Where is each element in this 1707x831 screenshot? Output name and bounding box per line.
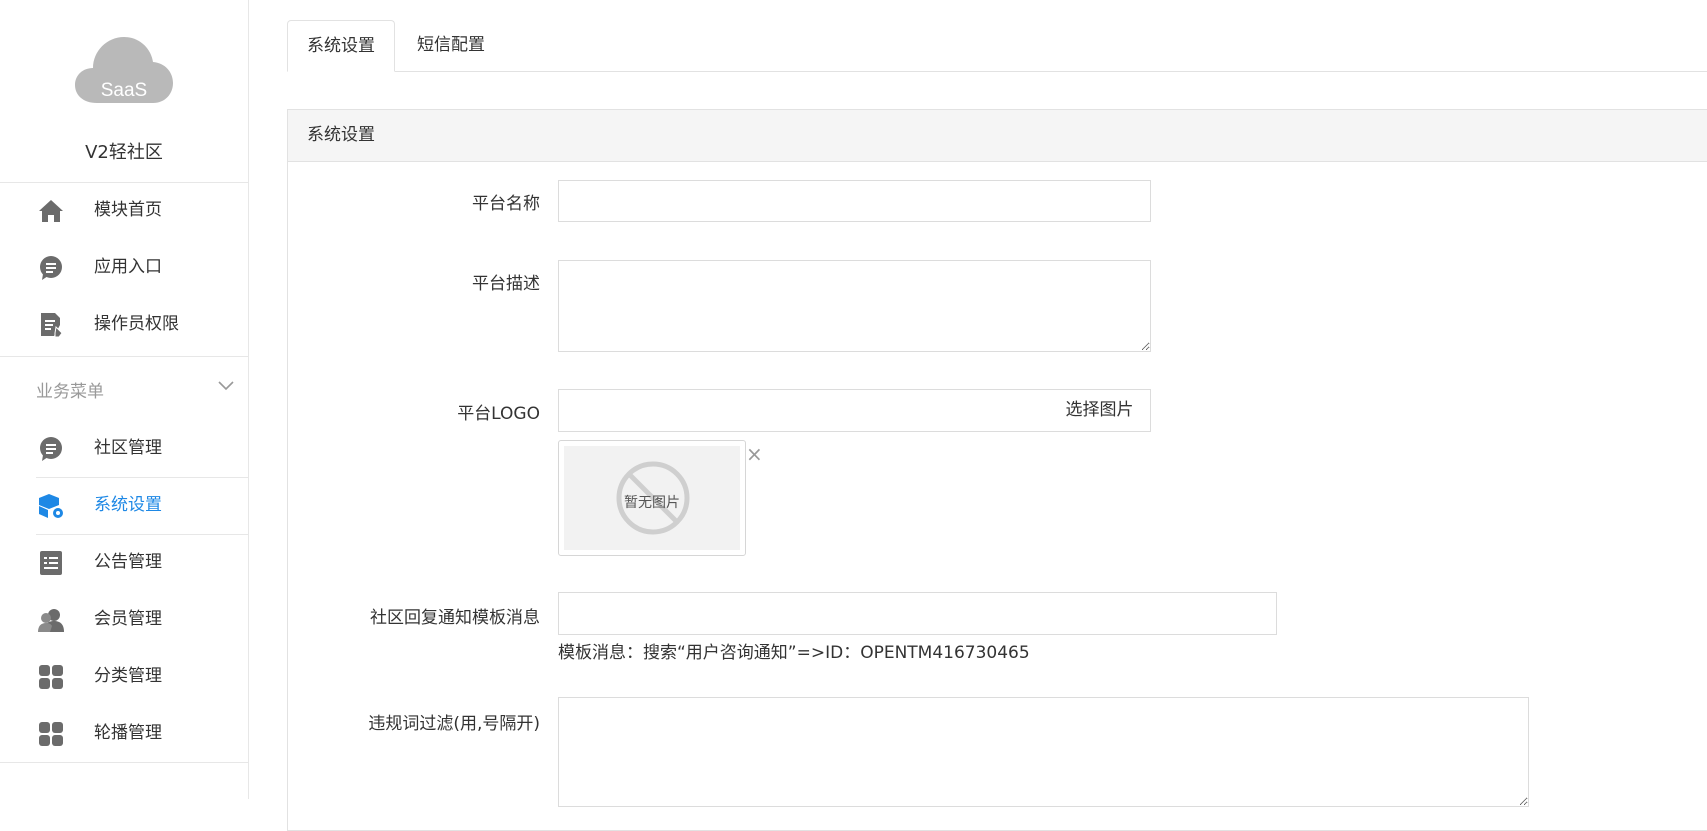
nav-item-label: 模块首页 [94,200,162,220]
logo-preview: 暂无图片 [558,440,746,556]
site-name: V2轻社区 [85,142,163,163]
platform-desc-label: 平台描述 [472,274,540,294]
users-icon [38,609,64,632]
remove-image-close-icon[interactable]: × [746,444,763,464]
panel-title: 系统设置 [288,110,1707,162]
nav-item-app-entry[interactable]: 应用入口 [0,239,248,296]
nav-group: 社区管理 系统设置 公告管理 会员管理 分类管理 轮播管理 [0,420,248,762]
logo-text: SaaS [100,80,148,101]
group-business-menu[interactable]: 业务菜单 [0,356,248,421]
cube-gear-icon [39,494,63,518]
nav-item-module-home[interactable]: 模块首页 [0,182,248,239]
logo: SaaS [75,35,173,105]
reply-template-label: 社区回复通知模板消息 [370,608,540,628]
word-filter-textarea[interactable] [558,697,1529,807]
divider [0,762,248,763]
platform-name-input[interactable] [558,180,1151,222]
nav-item-label: 会员管理 [94,609,162,629]
nav-item-label: 社区管理 [94,438,162,458]
grid-icon [39,665,63,689]
nav-item-label: 应用入口 [94,257,162,277]
sidebar: SaaS V2轻社区 模块首页 应用入口 操作员权限 业务菜单 社区管理 系统设… [0,0,249,799]
notice-icon [40,551,62,575]
document-edit-icon [41,313,63,338]
nav-item-system-settings[interactable]: 系统设置 [0,477,248,534]
reply-template-help: 模板消息：搜索“用户咨询通知”=>ID：OPENTM416730465 [558,643,1030,663]
no-image-text: 暂无图片 [624,495,680,511]
logo-preview-placeholder: 暂无图片 [564,446,740,550]
platform-desc-textarea[interactable] [558,260,1151,352]
chevron-down-icon [218,381,234,391]
nav-item-label: 公告管理 [94,552,162,572]
platform-logo-label: 平台LOGO [457,404,540,424]
nav-item-category[interactable]: 分类管理 [0,648,248,705]
select-image-button[interactable]: 选择图片 [1049,389,1151,432]
nav-item-label: 系统设置 [94,495,162,515]
nav-item-label: 分类管理 [94,666,162,686]
tab-bar: 系统设置 短信配置 [287,20,1707,72]
nav-item-community[interactable]: 社区管理 [0,420,248,477]
grid-icon [39,722,63,746]
tab-system-settings[interactable]: 系统设置 [287,20,395,72]
nav-item-label: 轮播管理 [94,723,162,743]
nav-item-carousel[interactable]: 轮播管理 [0,705,248,762]
chat-icon [40,437,62,461]
tab-sms-config[interactable]: 短信配置 [398,20,504,71]
word-filter-label: 违规词过滤(用,号隔开) [368,714,540,734]
brand-area: SaaS V2轻社区 [0,0,248,183]
reply-template-input[interactable] [558,592,1277,635]
nav-item-label: 操作员权限 [94,314,179,334]
nav-item-operator-permission[interactable]: 操作员权限 [0,296,248,353]
chat-icon [40,256,62,280]
home-icon [39,200,63,222]
nav-item-members[interactable]: 会员管理 [0,591,248,648]
platform-logo-input[interactable] [558,389,1050,432]
nav-top: 模块首页 应用入口 操作员权限 [0,182,248,353]
nav-item-notice[interactable]: 公告管理 [0,534,248,591]
platform-name-label: 平台名称 [472,194,540,214]
group-label: 业务菜单 [36,382,104,402]
